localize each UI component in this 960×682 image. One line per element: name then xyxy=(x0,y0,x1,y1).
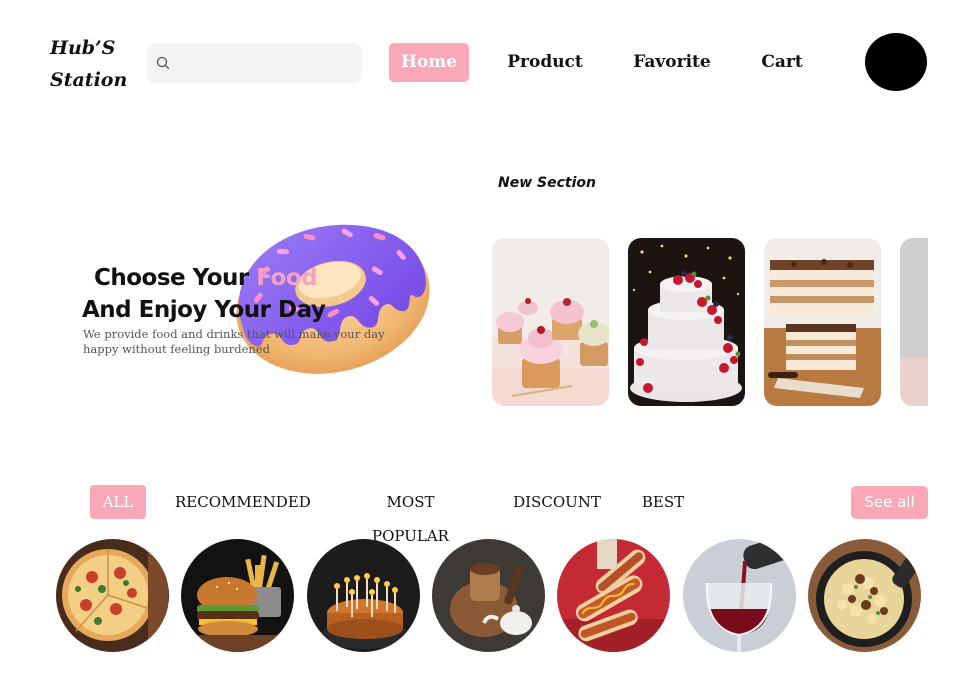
tab-best[interactable]: BEST xyxy=(640,485,686,519)
tab-all[interactable]: ALL xyxy=(90,485,146,519)
logo-line-2: Station xyxy=(50,69,128,91)
logo[interactable]: Hub’S Station xyxy=(50,32,130,96)
hero-title-part1: Choose Your xyxy=(94,265,257,291)
hero-title-line2: And Enjoy Your Day xyxy=(82,297,326,323)
category-birthday-cake[interactable] xyxy=(307,539,420,652)
hero-title-accent: Food xyxy=(256,265,318,291)
nav-favorite[interactable]: Favorite xyxy=(628,43,716,82)
hero-subtitle: We provide food and drinks that will mak… xyxy=(83,327,403,357)
berry-cake-image xyxy=(628,238,745,406)
new-section-carousel[interactable] xyxy=(492,238,928,406)
category-tea[interactable] xyxy=(432,539,545,652)
category-hot-dogs[interactable] xyxy=(557,539,670,652)
logo-line-1: Hub’S xyxy=(50,37,116,59)
card-berry-cake[interactable] xyxy=(628,238,745,406)
tea-image xyxy=(432,539,545,652)
new-section-title: New Section xyxy=(498,175,596,191)
hero-subtitle-line2: happy without feeling burdened xyxy=(83,342,270,356)
tab-discount[interactable]: DISCOUNT xyxy=(513,485,601,519)
category-burger[interactable] xyxy=(181,539,294,652)
hero-title: Choose Your Food And Enjoy Your Day xyxy=(82,262,382,326)
nav-cart[interactable]: Cart xyxy=(756,43,808,82)
card-partial[interactable] xyxy=(900,238,928,406)
pasta-image xyxy=(808,539,921,652)
partial-card-image xyxy=(900,238,928,406)
tab-most-popular[interactable]: MOST POPULAR xyxy=(348,485,473,545)
card-cupcakes[interactable] xyxy=(492,238,609,406)
search-icon xyxy=(156,56,170,70)
wine-image xyxy=(683,539,796,652)
cupcakes-image xyxy=(492,238,609,406)
search-input[interactable] xyxy=(177,43,357,83)
hot-dogs-image xyxy=(557,539,670,652)
birthday-cake-image xyxy=(307,539,420,652)
category-pasta[interactable] xyxy=(808,539,921,652)
search-bar[interactable] xyxy=(147,43,362,83)
category-wine[interactable] xyxy=(683,539,796,652)
tab-recommended[interactable]: RECOMMENDED xyxy=(175,485,311,519)
nav-home[interactable]: Home xyxy=(389,43,469,82)
tiramisu-image xyxy=(764,238,881,406)
see-all-button[interactable]: See all xyxy=(851,486,928,519)
card-tiramisu[interactable] xyxy=(764,238,881,406)
category-pizza[interactable] xyxy=(56,539,169,652)
burger-image xyxy=(181,539,294,652)
pizza-image xyxy=(56,539,169,652)
nav-product[interactable]: Product xyxy=(500,43,590,82)
hero-subtitle-line1: We provide food and drinks that will mak… xyxy=(83,327,385,341)
avatar[interactable] xyxy=(865,33,927,91)
